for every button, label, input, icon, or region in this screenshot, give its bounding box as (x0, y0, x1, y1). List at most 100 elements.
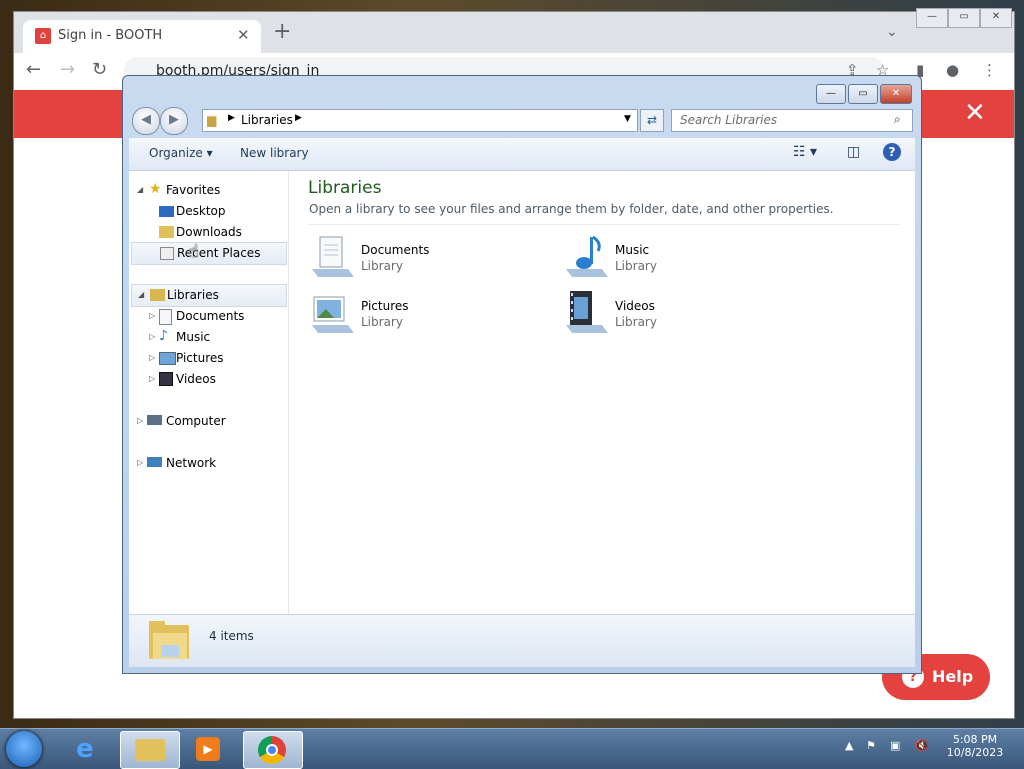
back-icon[interactable]: ← (26, 59, 41, 80)
star-icon: ★ (149, 181, 162, 197)
address-bar[interactable]: ▆ ▶ Libraries ▶ ▼ (202, 109, 638, 132)
refresh-button[interactable]: ⇄ (640, 109, 664, 132)
nav-documents[interactable]: ▷ Documents (129, 306, 286, 327)
breadcrumb-libraries[interactable]: Libraries (241, 113, 293, 127)
new-tab-icon[interactable]: + (273, 21, 291, 43)
volume-muted-icon[interactable]: 🔇 (915, 739, 929, 752)
search-icon[interactable]: ⌕ (894, 112, 901, 127)
search-box[interactable]: Search Libraries ⌕ (671, 109, 913, 132)
explorer-minimize-button[interactable]: — (816, 84, 846, 104)
booth-favicon-icon: ⌂ (35, 28, 51, 44)
new-library-button[interactable]: New library (240, 146, 309, 160)
start-button[interactable] (6, 731, 42, 767)
documents-library-icon (312, 236, 354, 277)
preview-pane-icon[interactable]: ◫ (847, 144, 860, 160)
reload-icon[interactable]: ↻ (92, 59, 107, 80)
nav-computer[interactable]: ▷ Computer (129, 411, 286, 432)
documents-icon (159, 309, 172, 325)
clock[interactable]: 5:08 PM 10/8/2023 (940, 733, 1010, 759)
divider (309, 224, 899, 225)
help-icon[interactable]: ? (883, 143, 901, 161)
nav-downloads[interactable]: Downloads (129, 222, 286, 243)
show-hidden-icons-icon[interactable]: ▲ (845, 739, 853, 752)
content-title: Libraries (308, 178, 382, 198)
breadcrumb-arrow-icon[interactable]: ▶ (295, 113, 302, 123)
collapse-arrow-icon[interactable]: ▷ (137, 416, 143, 425)
nav-desktop[interactable]: Desktop (129, 201, 286, 222)
libraries-icon (150, 289, 165, 301)
taskbar-internet-explorer[interactable]: e (60, 731, 118, 767)
music-library-icon (566, 235, 608, 277)
chrome-icon (258, 736, 286, 764)
help-label: Help (932, 667, 974, 686)
banner-close-icon[interactable]: ✕ (964, 98, 986, 128)
computer-icon (147, 415, 162, 425)
tab-sign-in[interactable]: ⌂ Sign in - BOOTH ✕ (23, 20, 261, 53)
nav-libraries[interactable]: ◢ Libraries (131, 284, 287, 307)
nav-recent-places[interactable]: Recent Places (131, 242, 287, 265)
library-documents[interactable]: Documents Library (308, 233, 528, 283)
explorer-maximize-button[interactable]: ▭ (848, 84, 878, 104)
taskbar-media-player[interactable]: ▶ (180, 731, 238, 767)
library-pictures[interactable]: Pictures Library (308, 289, 528, 339)
forward-button[interactable]: ▶ (160, 107, 188, 135)
expand-arrow-icon[interactable]: ◢ (137, 185, 143, 194)
minimize-button[interactable]: — (916, 8, 948, 28)
pictures-library-icon (312, 296, 354, 333)
taskbar-chrome[interactable] (243, 731, 303, 769)
collapse-arrow-icon[interactable]: ▷ (137, 458, 143, 467)
library-music[interactable]: Music Library (562, 233, 782, 283)
action-center-icon[interactable]: ⚑ (866, 739, 876, 752)
libraries-folder-icon: ▆ (207, 113, 217, 127)
menu-kebab-icon[interactable]: ⋮ (982, 61, 997, 79)
library-videos[interactable]: Videos Library (562, 289, 782, 339)
recent-places-icon (160, 247, 174, 260)
pictures-icon (159, 352, 176, 365)
network-icon (147, 457, 162, 467)
tab-title: Sign in - BOOTH (58, 28, 163, 43)
details-pane: 4 items (129, 614, 915, 667)
desktop-icon (159, 206, 174, 217)
close-button[interactable]: ✕ (980, 8, 1012, 28)
expand-arrow-icon[interactable]: ◢ (138, 290, 144, 299)
internet-explorer-icon: e (76, 734, 94, 764)
music-note-icon: ♪ (159, 328, 168, 344)
search-placeholder: Search Libraries (680, 113, 778, 127)
explorer-body: ◢ ★ Favorites Desktop Downloads Recent P… (129, 171, 915, 614)
nav-pictures[interactable]: ▷ Pictures (129, 348, 286, 369)
collapse-arrow-icon[interactable]: ▷ (149, 311, 155, 320)
maximize-button[interactable]: ▭ (948, 8, 980, 28)
taskbar-explorer[interactable] (120, 731, 180, 769)
taskbar: e ▶ ▲ ⚑ ▣ 🔇 5:08 PM 10/8/2023 (0, 728, 1024, 769)
profile-icon[interactable]: ● (946, 61, 959, 79)
collapse-arrow-icon[interactable]: ▷ (149, 332, 155, 341)
media-player-icon: ▶ (196, 737, 220, 761)
videos-library-icon (566, 291, 608, 333)
nav-network[interactable]: ▷ Network (129, 453, 286, 474)
forward-icon[interactable]: → (60, 59, 75, 80)
downloads-folder-icon (159, 226, 174, 238)
network-tray-icon[interactable]: ▣ (890, 739, 900, 752)
organize-button[interactable]: Organize ▾ (149, 146, 213, 160)
explorer-folder-icon (135, 739, 165, 761)
address-dropdown-icon[interactable]: ▼ (624, 114, 631, 124)
nav-favorites[interactable]: ◢ ★ Favorites (129, 180, 286, 201)
navigation-pane: ◢ ★ Favorites Desktop Downloads Recent P… (129, 171, 289, 614)
nav-music[interactable]: ▷ ♪ Music (129, 327, 286, 348)
item-count: 4 items (209, 629, 254, 643)
content-pane: Libraries Open a library to see your fil… (289, 171, 915, 614)
explorer-close-button[interactable]: ✕ (880, 84, 912, 104)
clock-time: 5:08 PM (952, 733, 998, 746)
libraries-folder-large-icon (149, 621, 189, 659)
back-button[interactable]: ◀ (132, 107, 160, 135)
tab-close-icon[interactable]: ✕ (237, 26, 250, 44)
nav-videos[interactable]: ▷ Videos (129, 369, 286, 390)
collapse-arrow-icon[interactable]: ▷ (149, 353, 155, 362)
browser-window-controls: — ▭ ✕ (916, 8, 1012, 28)
explorer-window: — ▭ ✕ ◀ ▶ ▆ ▶ Libraries ▶ ▼ ⇄ Search Lib… (122, 75, 922, 674)
collapse-arrow-icon[interactable]: ▷ (149, 374, 155, 383)
view-options-icon[interactable]: ☷ ▾ (793, 144, 817, 160)
command-bar: Organize ▾ New library ☷ ▾ ◫ ? (129, 138, 915, 171)
tab-search-chevron-icon[interactable]: ⌄ (886, 24, 898, 40)
breadcrumb-arrow-icon[interactable]: ▶ (228, 113, 235, 123)
